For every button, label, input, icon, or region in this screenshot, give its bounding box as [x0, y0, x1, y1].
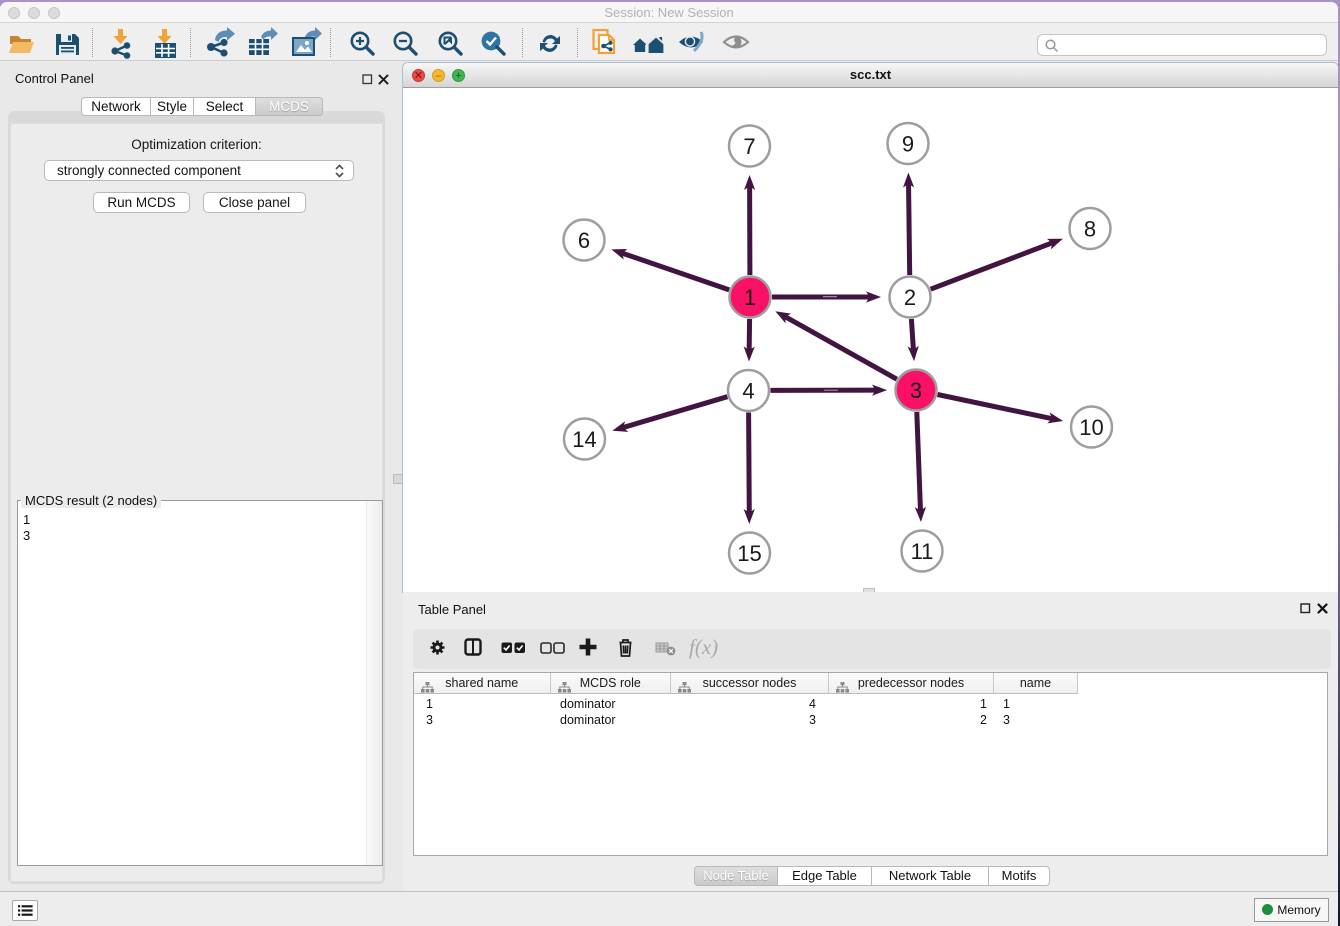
- svg-text:9: 9: [902, 132, 914, 157]
- svg-text:15: 15: [737, 541, 761, 566]
- svg-text:7: 7: [743, 134, 755, 159]
- svg-text:10: 10: [1079, 415, 1103, 440]
- svg-text:3: 3: [910, 378, 922, 403]
- svg-text:8: 8: [1084, 217, 1096, 242]
- svg-text:1: 1: [744, 285, 756, 310]
- svg-text:14: 14: [572, 427, 596, 452]
- svg-text:6: 6: [578, 228, 590, 253]
- svg-text:2: 2: [904, 285, 916, 310]
- svg-text:11: 11: [911, 539, 934, 564]
- svg-text:4: 4: [742, 379, 754, 404]
